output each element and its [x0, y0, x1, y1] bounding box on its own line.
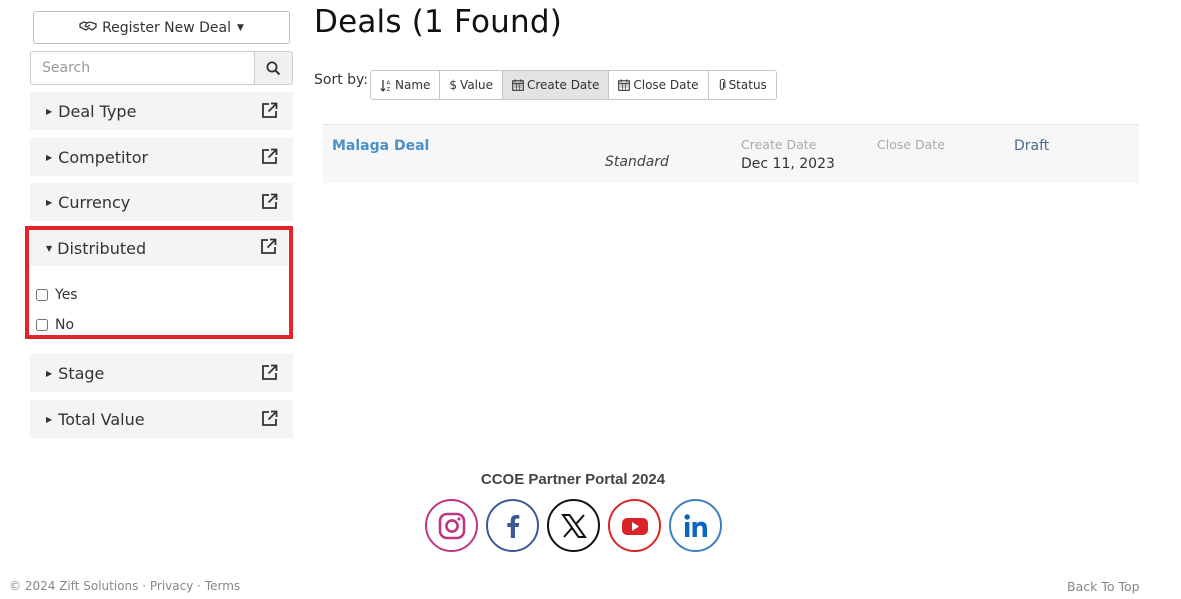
- facebook-link[interactable]: [486, 499, 539, 552]
- x-icon: [560, 513, 587, 538]
- caret-right-icon: ▶: [46, 414, 53, 424]
- facet-label: Currency: [58, 192, 131, 212]
- register-new-deal-label: Register New Deal: [102, 19, 232, 36]
- instagram-link[interactable]: [425, 499, 478, 552]
- sort-options: AZ Name $ Value Create Date Close Date S…: [370, 70, 777, 100]
- sort-by-label: Sort by:: [314, 72, 369, 88]
- facet-label: Total Value: [58, 409, 145, 429]
- terms-link[interactable]: Terms: [205, 579, 240, 593]
- footer-legal: © 2024 Zift Solutions · Privacy · Terms: [9, 579, 240, 593]
- external-link-icon[interactable]: [261, 102, 278, 123]
- facet-label: Competitor: [58, 147, 149, 167]
- deal-row: Malaga Deal Standard Create Date Dec 11,…: [323, 124, 1139, 183]
- deal-status: Draft: [1014, 138, 1050, 154]
- deal-type: Standard: [605, 154, 669, 170]
- paperclip-icon: [719, 79, 725, 90]
- external-link-icon[interactable]: [261, 193, 278, 214]
- search-icon: [266, 61, 281, 75]
- caret-down-icon: ▼: [237, 22, 244, 33]
- search-input[interactable]: [30, 51, 254, 85]
- create-date-value: Dec 11, 2023: [741, 156, 835, 172]
- sort-value-button[interactable]: $ Value: [440, 71, 503, 99]
- facet-total-value[interactable]: ▶ Total Value: [30, 400, 293, 438]
- register-new-deal-button[interactable]: Register New Deal ▼: [33, 11, 290, 44]
- option-label: No: [55, 317, 75, 333]
- close-date-label: Close Date: [877, 137, 945, 152]
- linkedin-icon: [684, 513, 707, 537]
- caret-right-icon: ▶: [46, 197, 53, 207]
- youtube-icon: [621, 517, 648, 535]
- sort-name-label: Name: [395, 78, 431, 92]
- distributed-no-checkbox[interactable]: [36, 319, 48, 331]
- separator: ·: [197, 579, 201, 593]
- linkedin-link[interactable]: [669, 499, 722, 552]
- calendar-icon: [618, 79, 631, 91]
- distributed-yes-checkbox[interactable]: [36, 289, 48, 301]
- facet-label: Stage: [58, 363, 105, 383]
- separator: ·: [142, 579, 147, 593]
- external-link-icon[interactable]: [260, 238, 277, 259]
- facet-currency[interactable]: ▶ Currency: [30, 183, 293, 221]
- sort-alpha-icon: AZ: [380, 79, 391, 92]
- option-label: Yes: [55, 287, 78, 303]
- sort-close-date-button[interactable]: Close Date: [609, 71, 709, 99]
- create-date-label: Create Date: [741, 137, 817, 152]
- privacy-link[interactable]: Privacy: [150, 579, 193, 593]
- sort-value-label: Value: [460, 78, 493, 92]
- external-link-icon[interactable]: [261, 364, 278, 385]
- external-link-icon[interactable]: [261, 148, 278, 169]
- svg-text:Z: Z: [387, 87, 391, 92]
- page-title: Deals (1 Found): [314, 4, 562, 40]
- sort-status-button[interactable]: Status: [708, 71, 776, 99]
- portal-name: CCOE Partner Portal 2024: [480, 471, 666, 488]
- copyright: © 2024 Zift Solutions: [9, 579, 139, 593]
- youtube-link[interactable]: [608, 499, 661, 552]
- svg-text:A: A: [387, 80, 391, 86]
- facebook-icon: [506, 514, 519, 538]
- distributed-option-yes[interactable]: Yes: [36, 287, 78, 303]
- sort-status-label: Status: [728, 78, 767, 92]
- search-button[interactable]: [254, 51, 293, 85]
- facet-stage[interactable]: ▶ Stage: [30, 354, 293, 392]
- dollar-icon: $: [449, 78, 458, 92]
- handshake-icon: [79, 20, 97, 36]
- facet-competitor[interactable]: ▶ Competitor: [30, 138, 293, 176]
- sort-name-button[interactable]: AZ Name: [371, 71, 441, 99]
- deal-name-link[interactable]: Malaga Deal: [332, 138, 429, 154]
- sort-create-date-label: Create Date: [527, 78, 600, 92]
- facet-label: Deal Type: [58, 101, 137, 121]
- sort-close-date-label: Close Date: [633, 78, 699, 92]
- facet-deal-type[interactable]: ▶ Deal Type: [30, 92, 293, 130]
- facet-label: Distributed: [57, 238, 147, 258]
- facet-distributed-expanded: ▼ Distributed Yes No: [25, 226, 293, 339]
- caret-right-icon: ▶: [46, 106, 53, 116]
- search-bar: [30, 51, 293, 85]
- distributed-option-no[interactable]: No: [36, 317, 74, 333]
- sort-create-date-button[interactable]: Create Date: [503, 71, 610, 99]
- facet-distributed[interactable]: ▼ Distributed: [30, 230, 288, 266]
- caret-right-icon: ▶: [46, 152, 53, 162]
- caret-right-icon: ▶: [46, 368, 53, 378]
- calendar-icon: [512, 79, 524, 91]
- external-link-icon[interactable]: [261, 410, 278, 431]
- x-link[interactable]: [547, 499, 600, 552]
- instagram-icon: [438, 512, 465, 539]
- back-to-top-link[interactable]: Back To Top: [1067, 579, 1140, 594]
- caret-down-icon: ▼: [46, 243, 53, 253]
